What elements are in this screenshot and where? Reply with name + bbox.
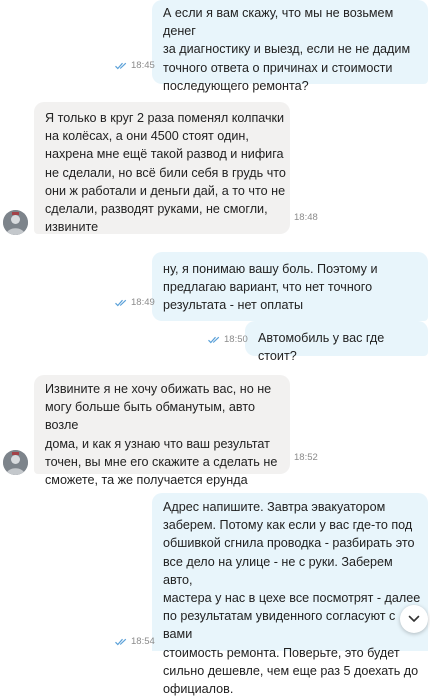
message-time: 18:54 <box>131 636 155 647</box>
user-avatar[interactable] <box>3 210 28 235</box>
message-outgoing[interactable]: А если я вам скажу, что мы не возьмем де… <box>152 0 428 93</box>
message-meta: 18:48 <box>294 212 318 223</box>
message-outgoing[interactable]: Автомобиль у вас где стоит? <box>245 321 428 363</box>
message-meta: 18:54 <box>115 636 155 647</box>
user-avatar[interactable] <box>3 450 28 475</box>
message-text: Извините я не хочу обижать вас, но не мо… <box>45 382 278 488</box>
message-time: 18:50 <box>224 334 248 345</box>
message-text: ну, я понимаю вашу боль. Поэтому и предл… <box>163 262 378 313</box>
message-meta: 18:45 <box>115 60 155 71</box>
message-time: 18:49 <box>131 297 155 308</box>
chevron-down-icon <box>408 615 420 622</box>
message-incoming[interactable]: Извините я не хочу обижать вас, но не мо… <box>34 375 290 487</box>
double-check-icon <box>115 62 127 69</box>
message-time: 18:48 <box>294 212 318 223</box>
message-outgoing[interactable]: ну, я понимаю вашу боль. Поэтому и предл… <box>152 252 428 321</box>
message-text: Адрес напишите. Завтра эвакуатором забер… <box>163 500 421 697</box>
message-meta: 18:52 <box>294 452 318 463</box>
message-outgoing[interactable]: Адрес напишите. Завтра эвакуатором забер… <box>152 493 428 696</box>
message-text: А если я вам скажу, что мы не возьмем де… <box>163 6 411 93</box>
double-check-icon <box>208 336 220 343</box>
message-meta: 18:50 <box>208 334 248 345</box>
chat-history[interactable]: А если я вам скажу, что мы не возьмем де… <box>0 0 430 696</box>
message-text: Автомобиль у вас где стоит? <box>258 331 385 364</box>
double-check-icon <box>115 638 127 645</box>
scroll-to-bottom-button[interactable] <box>400 605 428 633</box>
message-time: 18:52 <box>294 452 318 463</box>
message-meta: 18:49 <box>115 297 155 308</box>
message-incoming[interactable]: Я только в круг 2 раза поменял колпачки … <box>34 102 290 234</box>
double-check-icon <box>115 299 127 306</box>
message-text: Я только в круг 2 раза поменял колпачки … <box>45 111 286 235</box>
message-time: 18:45 <box>131 60 155 71</box>
